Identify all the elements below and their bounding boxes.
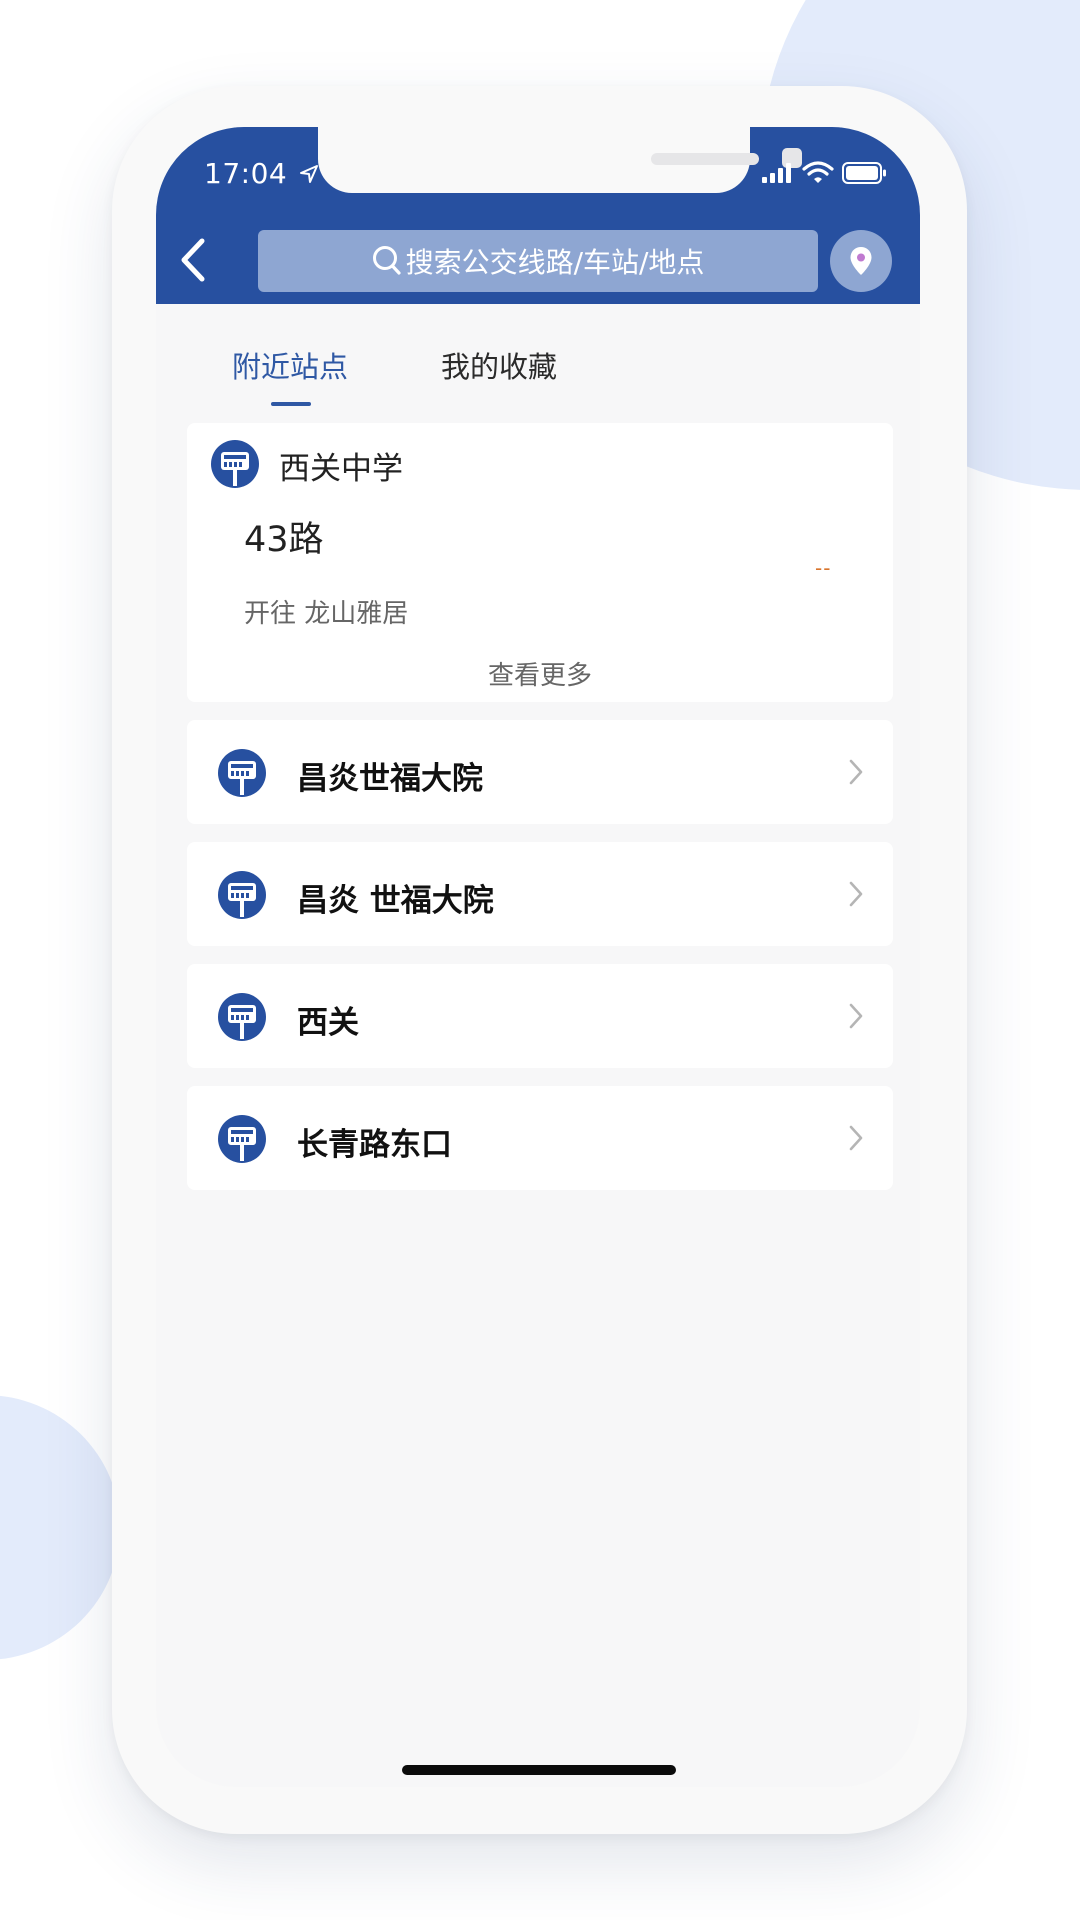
phone-screen: 17:04 搜索公交线路/车站/地点 附近站点 我的收藏 西关中学 43路 开往… (156, 127, 920, 1787)
chevron-right-icon (847, 1124, 865, 1156)
bus-stop-icon (218, 993, 266, 1045)
station-name: 昌炎 世福大院 (297, 883, 494, 919)
page: 17:04 搜索公交线路/车站/地点 附近站点 我的收藏 西关中学 43路 开往… (0, 0, 1080, 1920)
tab-my-favorites[interactable]: 我的收藏 (441, 344, 557, 386)
station-name: 长青路东口 (297, 1127, 452, 1163)
status-time-text: 17:04 (204, 157, 288, 190)
route-eta: -- (815, 556, 832, 580)
search-icon (372, 245, 402, 277)
chevron-right-icon (847, 880, 865, 912)
back-button[interactable] (174, 235, 218, 285)
station-row[interactable]: 昌炎 世福大院 (187, 842, 893, 946)
chevron-right-icon (847, 758, 865, 790)
app-header: 17:04 搜索公交线路/车站/地点 (156, 127, 920, 304)
bus-stop-icon (218, 1115, 266, 1167)
tab-nearby-stops[interactable]: 附近站点 (232, 344, 348, 386)
location-arrow-icon (299, 165, 318, 183)
wifi-icon (802, 161, 834, 183)
route-name[interactable]: 43路 (244, 511, 324, 562)
bus-stop-icon (218, 749, 266, 801)
location-pin-icon (850, 247, 872, 275)
device-notch (318, 127, 802, 193)
station-row[interactable]: 昌炎世福大院 (187, 720, 893, 824)
bus-stop-icon (211, 440, 259, 492)
decorative-circle-bottom-left (0, 1395, 120, 1660)
station-name: 西关 (297, 1005, 359, 1041)
home-indicator[interactable] (402, 1765, 676, 1775)
bus-stop-icon (218, 871, 266, 923)
battery-icon (842, 162, 886, 184)
search-placeholder: 搜索公交线路/车站/地点 (405, 246, 705, 279)
route-direction: 开往 龙山雅居 (244, 599, 409, 629)
card-stop-name: 西关中学 (279, 451, 403, 487)
station-name: 昌炎世福大院 (297, 761, 483, 797)
signal-icon (762, 163, 791, 183)
location-button[interactable] (830, 230, 892, 292)
status-icons (762, 161, 888, 185)
station-row[interactable]: 西关 (187, 964, 893, 1068)
see-more-link[interactable]: 查看更多 (187, 655, 893, 692)
search-input[interactable]: 搜索公交线路/车站/地点 (258, 230, 818, 292)
chevron-left-icon (181, 238, 205, 282)
status-time: 17:04 (204, 157, 319, 190)
notch-speaker (651, 153, 759, 165)
active-tab-indicator (271, 402, 311, 406)
nearby-stop-card[interactable]: 西关中学 43路 开往 龙山雅居 -- 查看更多 (187, 423, 893, 702)
chevron-right-icon (847, 1002, 865, 1034)
station-row[interactable]: 长青路东口 (187, 1086, 893, 1190)
